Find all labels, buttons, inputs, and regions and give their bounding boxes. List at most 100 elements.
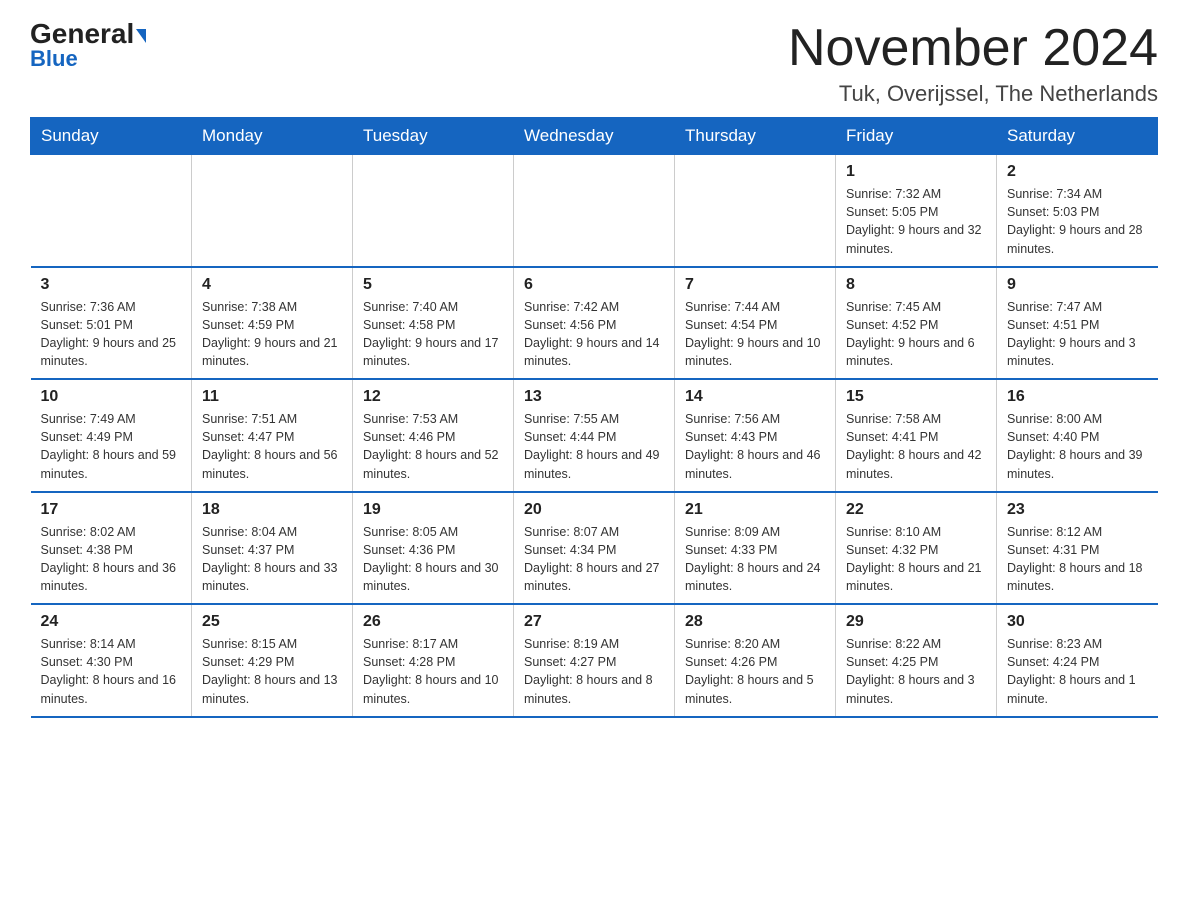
calendar-cell <box>192 155 353 267</box>
day-info: Sunrise: 7:56 AM Sunset: 4:43 PM Dayligh… <box>685 410 825 483</box>
calendar-cell: 4Sunrise: 7:38 AM Sunset: 4:59 PM Daylig… <box>192 267 353 380</box>
calendar-cell: 12 Sunrise: 7:53 AM Sunset: 4:46 PM Dayli… <box>353 379 514 492</box>
day-info: Sunrise: 8:05 AM Sunset: 4:36 PM Dayligh… <box>363 523 503 596</box>
day-info: Sunrise: 8:02 AM Sunset: 4:38 PM Dayligh… <box>41 523 182 596</box>
day-number: 29 <box>846 613 986 631</box>
calendar-cell: 11Sunrise: 7:51 AM Sunset: 4:47 PM Dayli… <box>192 379 353 492</box>
day-number: 6 <box>524 276 664 294</box>
logo-general-label: General <box>30 18 134 49</box>
logo-blue-text: Blue <box>30 46 78 72</box>
day-info: Sunrise: 8:23 AM Sunset: 4:24 PM Dayligh… <box>1007 635 1148 708</box>
day-info: Sunrise: 8:04 AM Sunset: 4:37 PM Dayligh… <box>202 523 342 596</box>
day-info: Sunrise: 8:17 AM Sunset: 4:28 PM Dayligh… <box>363 635 503 708</box>
day-info: Sunrise: 7:32 AM Sunset: 5:05 PM Dayligh… <box>846 185 986 258</box>
calendar-cell: 5 Sunrise: 7:40 AM Sunset: 4:58 PM Daylig… <box>353 267 514 380</box>
day-number: 28 <box>685 613 825 631</box>
calendar-week-5: 24 Sunrise: 8:14 AM Sunset: 4:30 PM Dayli… <box>31 604 1158 717</box>
calendar-cell: 15 Sunrise: 7:58 AM Sunset: 4:41 PM Dayli… <box>836 379 997 492</box>
day-number: 25 <box>202 613 342 631</box>
calendar-cell: 22 Sunrise: 8:10 AM Sunset: 4:32 PM Dayli… <box>836 492 997 605</box>
calendar-cell: 25Sunrise: 8:15 AM Sunset: 4:29 PM Dayli… <box>192 604 353 717</box>
day-number: 15 <box>846 388 986 406</box>
calendar-header-thursday: Thursday <box>675 118 836 155</box>
calendar-week-3: 10Sunrise: 7:49 AM Sunset: 4:49 PM Dayli… <box>31 379 1158 492</box>
calendar-header-row: SundayMondayTuesdayWednesdayThursdayFrid… <box>31 118 1158 155</box>
day-number: 23 <box>1007 501 1148 519</box>
calendar-cell: 27 Sunrise: 8:19 AM Sunset: 4:27 PM Dayli… <box>514 604 675 717</box>
day-number: 24 <box>41 613 182 631</box>
logo-general-text: General <box>30 20 146 48</box>
calendar-cell: 18 Sunrise: 8:04 AM Sunset: 4:37 PM Dayli… <box>192 492 353 605</box>
calendar-cell <box>31 155 192 267</box>
day-info: Sunrise: 7:58 AM Sunset: 4:41 PM Dayligh… <box>846 410 986 483</box>
logo: General Blue <box>30 20 146 72</box>
calendar-cell: 24 Sunrise: 8:14 AM Sunset: 4:30 PM Dayli… <box>31 604 192 717</box>
day-number: 22 <box>846 501 986 519</box>
day-info: Sunrise: 7:47 AM Sunset: 4:51 PM Dayligh… <box>1007 298 1148 371</box>
day-number: 16 <box>1007 388 1148 406</box>
calendar-cell: 29Sunrise: 8:22 AM Sunset: 4:25 PM Dayli… <box>836 604 997 717</box>
day-info: Sunrise: 8:20 AM Sunset: 4:26 PM Dayligh… <box>685 635 825 708</box>
calendar-cell: 9 Sunrise: 7:47 AM Sunset: 4:51 PM Daylig… <box>997 267 1158 380</box>
calendar-cell: 13 Sunrise: 7:55 AM Sunset: 4:44 PM Dayli… <box>514 379 675 492</box>
day-info: Sunrise: 7:55 AM Sunset: 4:44 PM Dayligh… <box>524 410 664 483</box>
day-info: Sunrise: 8:09 AM Sunset: 4:33 PM Dayligh… <box>685 523 825 596</box>
calendar-cell: 1Sunrise: 7:32 AM Sunset: 5:05 PM Daylig… <box>836 155 997 267</box>
day-number: 27 <box>524 613 664 631</box>
day-number: 10 <box>41 388 182 406</box>
calendar-cell: 6 Sunrise: 7:42 AM Sunset: 4:56 PM Daylig… <box>514 267 675 380</box>
logo-arrow-icon <box>136 29 146 43</box>
calendar-week-1: 1Sunrise: 7:32 AM Sunset: 5:05 PM Daylig… <box>31 155 1158 267</box>
location-title: Tuk, Overijssel, The Netherlands <box>788 81 1158 107</box>
day-info: Sunrise: 7:51 AM Sunset: 4:47 PM Dayligh… <box>202 410 342 483</box>
calendar-cell: 26 Sunrise: 8:17 AM Sunset: 4:28 PM Dayli… <box>353 604 514 717</box>
day-number: 7 <box>685 276 825 294</box>
day-number: 17 <box>41 501 182 519</box>
calendar-cell: 19Sunrise: 8:05 AM Sunset: 4:36 PM Dayli… <box>353 492 514 605</box>
day-number: 13 <box>524 388 664 406</box>
day-number: 14 <box>685 388 825 406</box>
day-number: 20 <box>524 501 664 519</box>
day-info: Sunrise: 7:40 AM Sunset: 4:58 PM Dayligh… <box>363 298 503 371</box>
calendar-week-4: 17 Sunrise: 8:02 AM Sunset: 4:38 PM Dayli… <box>31 492 1158 605</box>
calendar-cell: 23 Sunrise: 8:12 AM Sunset: 4:31 PM Dayli… <box>997 492 1158 605</box>
day-info: Sunrise: 7:45 AM Sunset: 4:52 PM Dayligh… <box>846 298 986 371</box>
page-header: General Blue November 2024 Tuk, Overijss… <box>30 20 1158 107</box>
calendar-header-saturday: Saturday <box>997 118 1158 155</box>
calendar-cell: 21 Sunrise: 8:09 AM Sunset: 4:33 PM Dayli… <box>675 492 836 605</box>
calendar-cell: 10Sunrise: 7:49 AM Sunset: 4:49 PM Dayli… <box>31 379 192 492</box>
calendar-cell: 30Sunrise: 8:23 AM Sunset: 4:24 PM Dayli… <box>997 604 1158 717</box>
day-info: Sunrise: 8:14 AM Sunset: 4:30 PM Dayligh… <box>41 635 182 708</box>
day-info: Sunrise: 8:00 AM Sunset: 4:40 PM Dayligh… <box>1007 410 1148 483</box>
calendar-cell: 2Sunrise: 7:34 AM Sunset: 5:03 PM Daylig… <box>997 155 1158 267</box>
calendar-week-2: 3Sunrise: 7:36 AM Sunset: 5:01 PM Daylig… <box>31 267 1158 380</box>
calendar-cell: 7 Sunrise: 7:44 AM Sunset: 4:54 PM Daylig… <box>675 267 836 380</box>
day-info: Sunrise: 8:07 AM Sunset: 4:34 PM Dayligh… <box>524 523 664 596</box>
day-number: 21 <box>685 501 825 519</box>
day-number: 9 <box>1007 276 1148 294</box>
calendar-cell: 14 Sunrise: 7:56 AM Sunset: 4:43 PM Dayli… <box>675 379 836 492</box>
calendar-header-tuesday: Tuesday <box>353 118 514 155</box>
day-number: 3 <box>41 276 182 294</box>
day-info: Sunrise: 8:12 AM Sunset: 4:31 PM Dayligh… <box>1007 523 1148 596</box>
day-number: 8 <box>846 276 986 294</box>
calendar-cell: 3Sunrise: 7:36 AM Sunset: 5:01 PM Daylig… <box>31 267 192 380</box>
calendar-cell <box>353 155 514 267</box>
month-title: November 2024 <box>788 20 1158 77</box>
day-info: Sunrise: 7:38 AM Sunset: 4:59 PM Dayligh… <box>202 298 342 371</box>
calendar-cell <box>514 155 675 267</box>
calendar-cell: 17 Sunrise: 8:02 AM Sunset: 4:38 PM Dayli… <box>31 492 192 605</box>
day-number: 12 <box>363 388 503 406</box>
day-info: Sunrise: 7:44 AM Sunset: 4:54 PM Dayligh… <box>685 298 825 371</box>
day-info: Sunrise: 8:10 AM Sunset: 4:32 PM Dayligh… <box>846 523 986 596</box>
day-number: 18 <box>202 501 342 519</box>
day-info: Sunrise: 7:42 AM Sunset: 4:56 PM Dayligh… <box>524 298 664 371</box>
day-info: Sunrise: 8:19 AM Sunset: 4:27 PM Dayligh… <box>524 635 664 708</box>
calendar-header-wednesday: Wednesday <box>514 118 675 155</box>
calendar-table: SundayMondayTuesdayWednesdayThursdayFrid… <box>30 117 1158 718</box>
day-number: 26 <box>363 613 503 631</box>
calendar-cell: 8 Sunrise: 7:45 AM Sunset: 4:52 PM Daylig… <box>836 267 997 380</box>
calendar-header-sunday: Sunday <box>31 118 192 155</box>
day-number: 5 <box>363 276 503 294</box>
day-info: Sunrise: 7:53 AM Sunset: 4:46 PM Dayligh… <box>363 410 503 483</box>
